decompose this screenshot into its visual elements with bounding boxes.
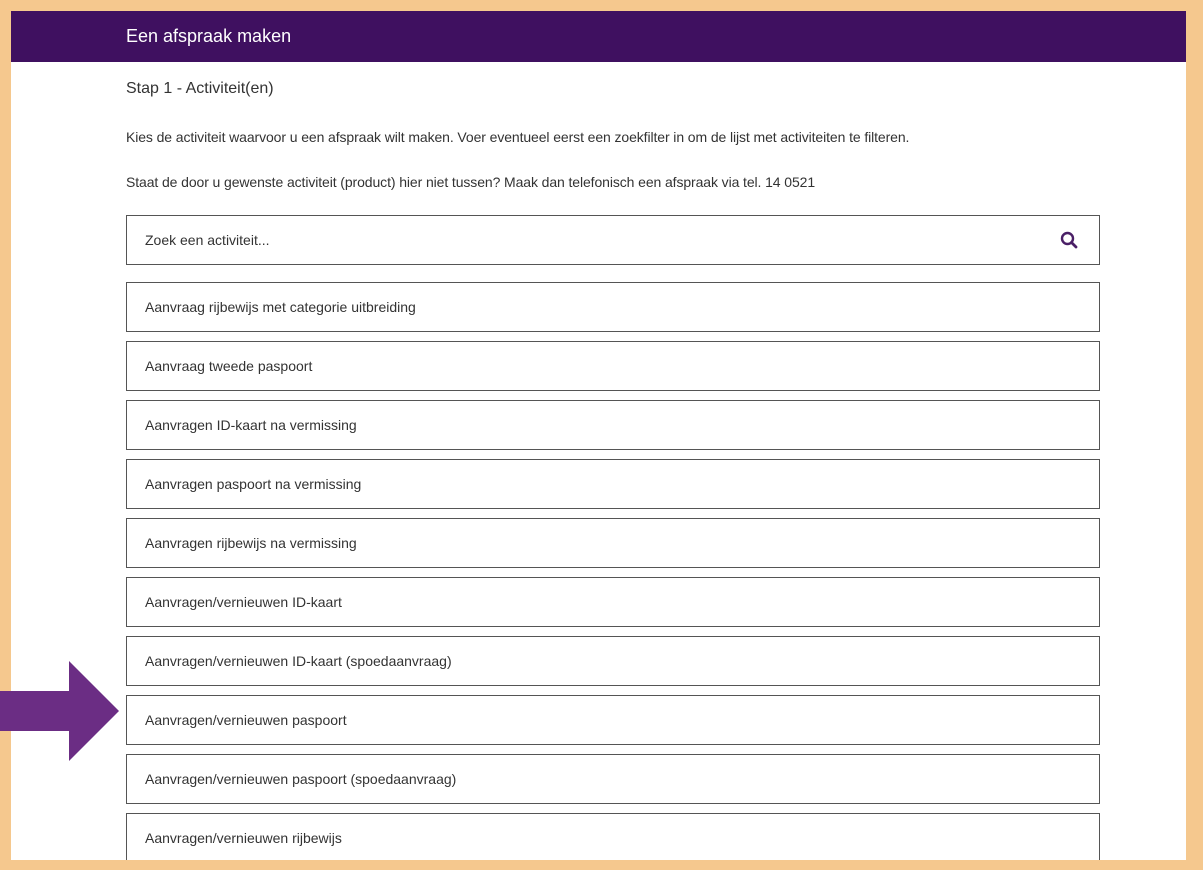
page-header: Een afspraak maken	[11, 11, 1186, 62]
activity-item-paspoort[interactable]: Aanvragen/vernieuwen paspoort	[126, 695, 1100, 745]
activity-item[interactable]: Aanvragen ID-kaart na vermissing	[126, 400, 1100, 450]
intro-text: Kies de activiteit waarvoor u een afspra…	[126, 129, 910, 145]
activity-item[interactable]: Aanvraag rijbewijs met categorie uitbrei…	[126, 282, 1100, 332]
activity-item[interactable]: Aanvragen paspoort na vermissing	[126, 459, 1100, 509]
activity-list: Aanvraag rijbewijs met categorie uitbrei…	[126, 282, 1100, 860]
activity-item[interactable]: Aanvragen/vernieuwen ID-kaart	[126, 577, 1100, 627]
step-label: Stap 1 - Activiteit(en)	[126, 80, 274, 97]
activity-item[interactable]: Aanvragen/vernieuwen rijbewijs	[126, 813, 1100, 860]
phone-note-text: Staat de door u gewenste activiteit (pro…	[126, 174, 816, 190]
activity-item[interactable]: Aanvragen/vernieuwen ID-kaart (spoedaanv…	[126, 636, 1100, 686]
search-input[interactable]	[127, 231, 1057, 249]
activity-item[interactable]: Aanvraag tweede paspoort	[126, 341, 1100, 391]
page-title: Een afspraak maken	[126, 26, 292, 46]
search-box	[126, 215, 1100, 265]
search-icon[interactable]	[1057, 228, 1081, 252]
activity-item[interactable]: Aanvragen/vernieuwen paspoort (spoedaanv…	[126, 754, 1100, 804]
pointer-arrow-icon	[0, 661, 119, 761]
activity-item[interactable]: Aanvragen rijbewijs na vermissing	[126, 518, 1100, 568]
appointment-panel: Een afspraak maken Stap 1 - Activiteit(e…	[11, 11, 1186, 860]
